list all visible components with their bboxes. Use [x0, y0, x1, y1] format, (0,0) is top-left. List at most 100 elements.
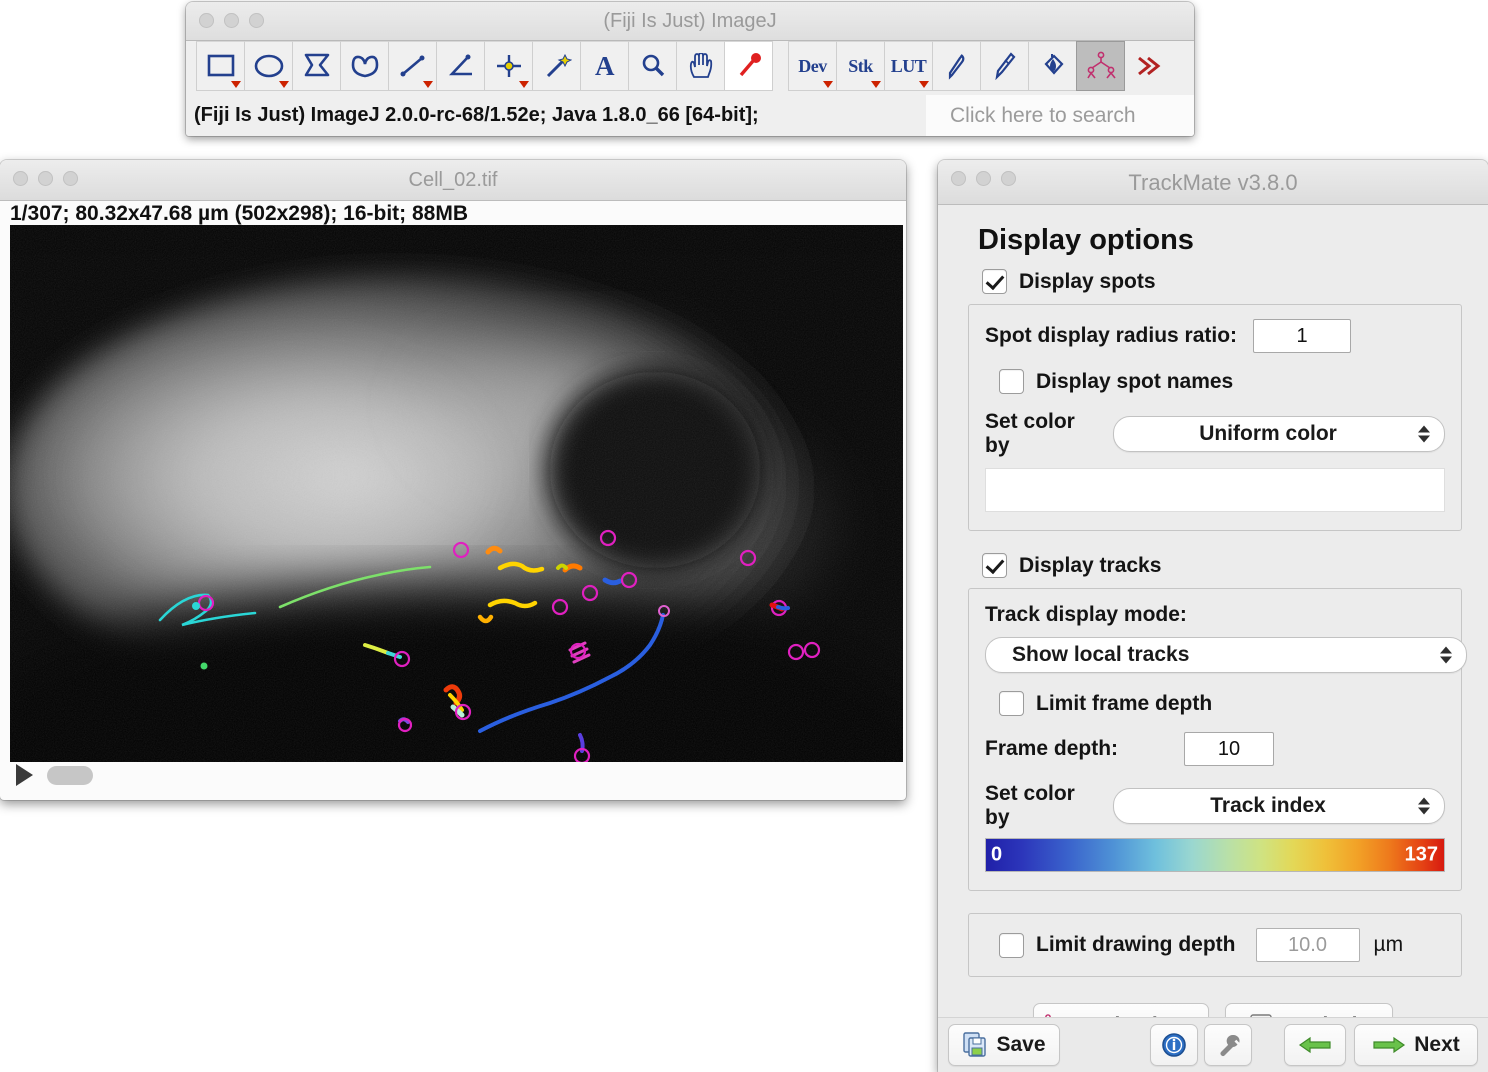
display-spot-names-checkbox[interactable] [999, 369, 1024, 394]
limit-drawing-depth-checkbox[interactable] [999, 932, 1024, 958]
fiji-status-text: (Fiji Is Just) ImageJ 2.0.0-rc-68/1.52e;… [194, 104, 759, 126]
brush-tool-button[interactable] [980, 41, 1029, 91]
track-display-mode-label-wrap: Track display mode: [985, 603, 1445, 627]
spot-color-by-select[interactable]: Uniform color [1113, 416, 1445, 452]
search-input[interactable]: Click here to search [926, 95, 1194, 136]
dropdown-triangle-icon[interactable] [919, 81, 929, 88]
dropdown-triangle-icon[interactable] [423, 81, 433, 88]
dev-text-icon: Dev [798, 55, 827, 76]
arrow-left-icon [1298, 1036, 1331, 1054]
dropdown-triangle-icon[interactable] [823, 81, 833, 88]
wand-tool-button[interactable] [532, 41, 581, 91]
dev-menu-button[interactable]: Dev [788, 41, 837, 91]
line-icon [400, 55, 424, 77]
polygon-icon [304, 53, 329, 77]
dropdown-triangle-icon[interactable] [519, 81, 529, 88]
trackmate-titlebar[interactable]: TrackMate v3.8.0 [938, 160, 1488, 205]
display-spots-row[interactable]: Display spots [982, 269, 1472, 294]
fiji-toolbar: A Dev Stk LUT [186, 41, 1194, 95]
image-window-title: Cell_02.tif [408, 169, 498, 191]
spot-radius-row: Spot display radius ratio: 1 [985, 319, 1445, 353]
fiji-window-title: (Fiji Is Just) ImageJ [603, 10, 777, 32]
previous-button[interactable] [1284, 1024, 1346, 1066]
track-index-colorbar: 0 137 [985, 838, 1445, 872]
info-button[interactable] [1150, 1024, 1198, 1066]
next-button[interactable]: Next [1354, 1024, 1478, 1066]
frame-depth-input[interactable]: 10 [1184, 732, 1275, 766]
drawing-depth-unit: µm [1373, 933, 1404, 956]
fiji-statusbar: (Fiji Is Just) ImageJ 2.0.0-rc-68/1.52e;… [186, 95, 1194, 136]
page-title: Display options [978, 224, 1194, 256]
trackmate-window-title: TrackMate v3.8.0 [1128, 170, 1298, 195]
colorbar-max-label: 137 [1404, 843, 1438, 866]
colorbar-min-label: 0 [991, 843, 1003, 866]
play-button[interactable] [16, 764, 33, 786]
hand-icon [689, 52, 712, 78]
spot-uniform-color-swatch[interactable] [985, 468, 1445, 512]
spot-radius-input[interactable]: 1 [1253, 319, 1352, 353]
track-color-by-label: Set color by [985, 782, 1075, 829]
drawing-depth-group: Limit drawing depth 10.0 µm [968, 913, 1462, 977]
drawing-depth-input[interactable]: 10.0 [1255, 928, 1360, 962]
spot-radius-label: Spot display radius ratio: [985, 324, 1238, 347]
limit-drawing-depth-row[interactable]: Limit drawing depth 10.0 µm [999, 928, 1445, 962]
dropdown-triangle-icon[interactable] [279, 81, 289, 88]
fill-tool-button[interactable] [1028, 41, 1077, 91]
fiji-main-window: (Fiji Is Just) ImageJ A Dev Stk LUT (Fij… [186, 2, 1194, 136]
rectangle-icon [207, 54, 234, 77]
track-color-by-row: Set color by Track index [985, 782, 1445, 830]
limit-frame-depth-checkbox[interactable] [999, 691, 1024, 716]
hand-tool-button[interactable] [676, 41, 725, 91]
angle-tool-button[interactable] [436, 41, 485, 91]
display-tracks-checkbox[interactable] [982, 553, 1007, 578]
save-button[interactable]: Save [948, 1024, 1060, 1066]
track-color-by-select[interactable]: Track index [1113, 788, 1445, 824]
polygon-tool-button[interactable] [292, 41, 341, 91]
trackmate-footer: Save Next [938, 1017, 1488, 1072]
zoom-tool-button[interactable] [628, 41, 677, 91]
line-tool-button[interactable] [388, 41, 437, 91]
track-display-mode-select[interactable]: Show local tracks [985, 637, 1467, 673]
image-info-line: 1/307; 80.32x47.68 µm (502x298); 16-bit;… [0, 201, 906, 228]
dropdown-triangle-icon[interactable] [871, 81, 881, 88]
trackmate-icon [1086, 51, 1116, 79]
dropper-tool-button[interactable] [724, 41, 773, 91]
display-tracks-label: Display tracks [1019, 553, 1162, 577]
next-button-label: Next [1414, 1033, 1460, 1056]
paint-bucket-icon [1043, 54, 1064, 75]
more-tools-button[interactable] [1124, 41, 1173, 91]
lut-menu-button[interactable]: LUT [884, 41, 933, 91]
rectangle-tool-button[interactable] [196, 41, 245, 91]
limit-frame-depth-row[interactable]: Limit frame depth [999, 691, 1445, 716]
display-spot-names-row[interactable]: Display spot names [999, 369, 1445, 394]
frame-slider-thumb[interactable] [47, 765, 93, 785]
trackmate-tool-button[interactable] [1076, 41, 1125, 91]
playback-controls[interactable] [8, 760, 888, 790]
oval-tool-button[interactable] [244, 41, 293, 91]
display-spots-label: Display spots [1019, 269, 1156, 293]
fiji-titlebar[interactable]: (Fiji Is Just) ImageJ [186, 2, 1194, 41]
magnifier-icon [642, 54, 664, 77]
spot-color-by-row: Set color by Uniform color [985, 410, 1445, 458]
image-canvas[interactable] [10, 225, 903, 762]
text-tool-button[interactable]: A [580, 41, 629, 91]
display-tracks-row[interactable]: Display tracks [982, 553, 1472, 578]
dropdown-triangle-icon[interactable] [231, 81, 241, 88]
paintbrush-icon [994, 52, 1015, 80]
frame-depth-row: Frame depth: 10 [985, 732, 1445, 766]
chevron-updown-icon[interactable] [1418, 797, 1430, 815]
lut-text-icon: LUT [890, 55, 927, 76]
pencil-tool-button[interactable] [932, 41, 981, 91]
point-icon [496, 55, 521, 77]
arrow-right-icon [1373, 1036, 1406, 1054]
limit-drawing-depth-label: Limit drawing depth [1036, 933, 1236, 956]
spot-color-by-label: Set color by [985, 410, 1075, 457]
image-titlebar[interactable]: Cell_02.tif [0, 160, 906, 201]
point-tool-button[interactable] [484, 41, 533, 91]
settings-button[interactable] [1204, 1024, 1252, 1066]
chevron-updown-icon[interactable] [1418, 425, 1430, 443]
stk-menu-button[interactable]: Stk [836, 41, 885, 91]
chevron-updown-icon[interactable] [1440, 646, 1452, 664]
display-spots-checkbox[interactable] [982, 269, 1007, 294]
freehand-tool-button[interactable] [340, 41, 389, 91]
